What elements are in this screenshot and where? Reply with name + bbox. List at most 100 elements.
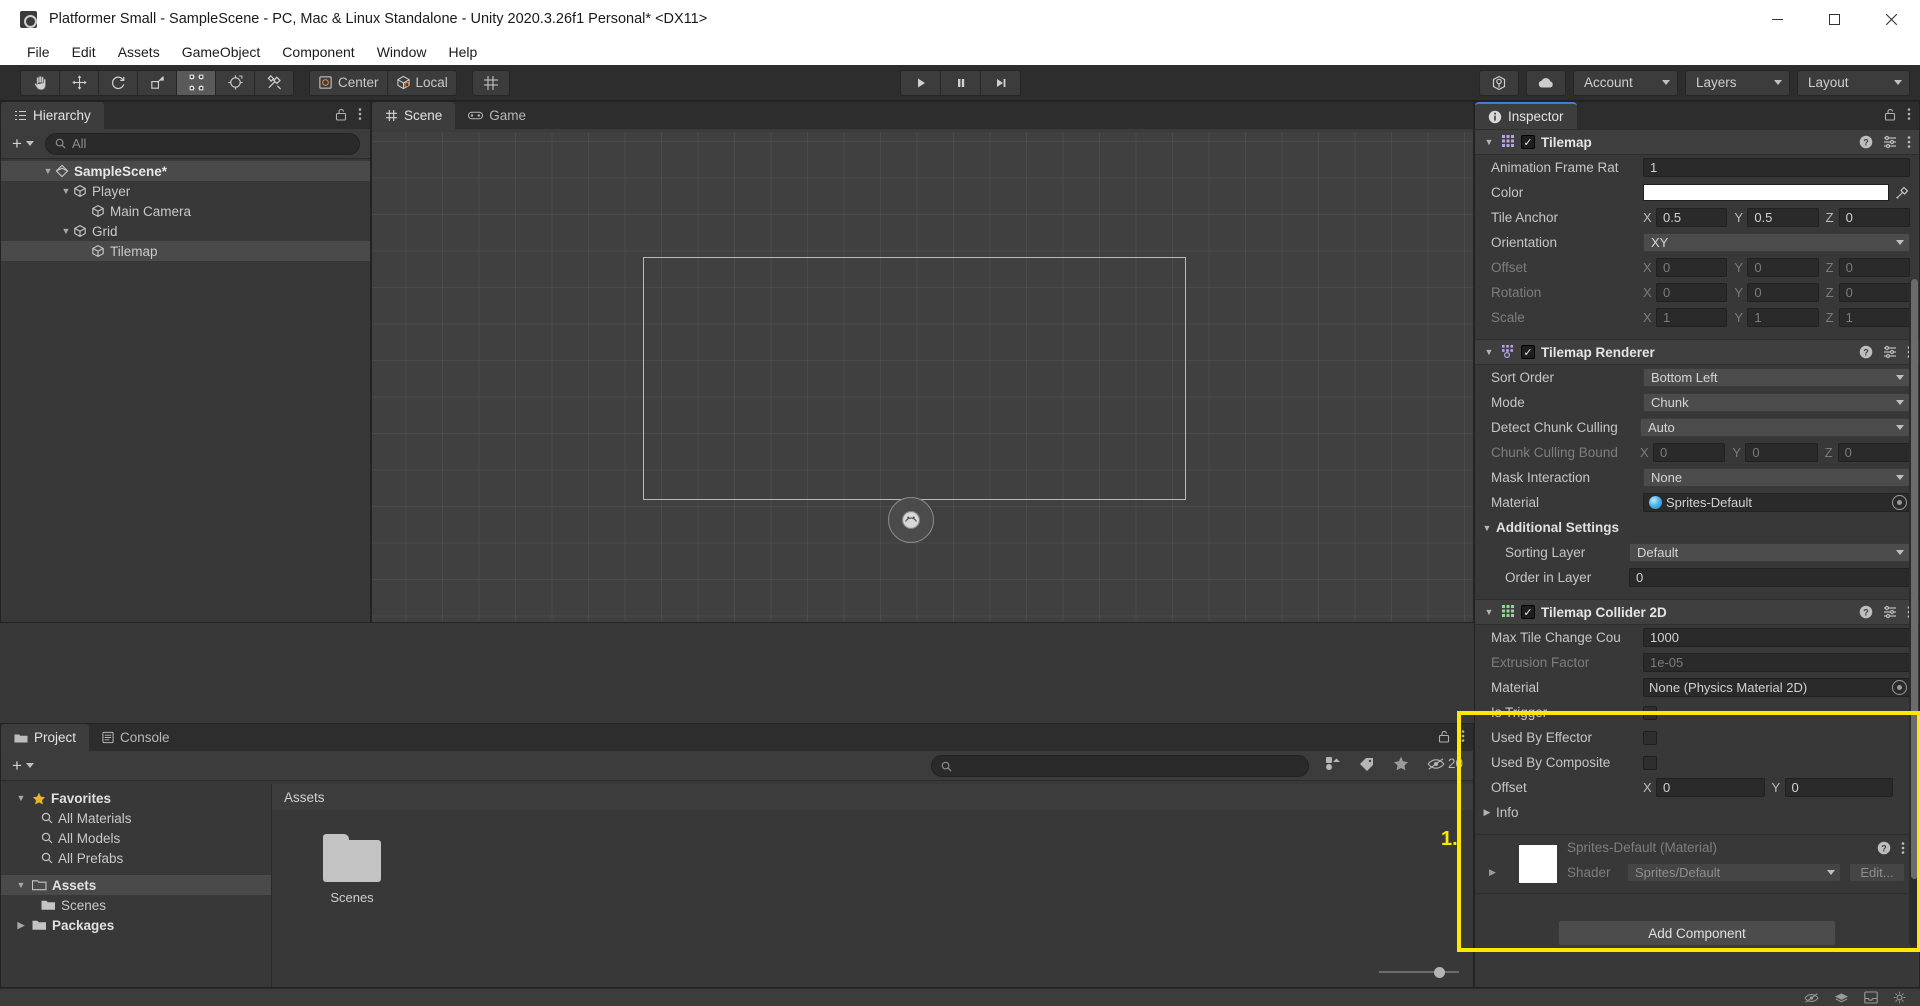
chevron-down-icon[interactable]: ▼ bbox=[59, 186, 73, 196]
tab-project[interactable]: Project bbox=[1, 724, 90, 751]
inbox-icon[interactable] bbox=[1864, 991, 1878, 1004]
layout-dropdown[interactable]: Layout bbox=[1797, 69, 1910, 96]
minimize-button[interactable] bbox=[1749, 0, 1806, 38]
project-item-favorites[interactable]: ▼ Favorites bbox=[1, 788, 271, 808]
field-value-x[interactable]: 0.5 bbox=[1656, 208, 1728, 227]
project-add-button[interactable]: + bbox=[9, 756, 37, 776]
add-component-button[interactable]: Add Component bbox=[1558, 920, 1836, 946]
chevron-right-icon[interactable]: ▶ bbox=[15, 920, 27, 931]
hierarchy-item-tilemap[interactable]: Tilemap bbox=[1, 241, 370, 261]
pause-button[interactable] bbox=[940, 69, 981, 96]
rect-tool-button[interactable] bbox=[176, 69, 216, 96]
pivot-mode-button[interactable]: Center bbox=[309, 69, 388, 96]
chevron-right-icon[interactable]: ▶ bbox=[1489, 867, 1496, 878]
rotate-tool-button[interactable] bbox=[98, 69, 138, 96]
scene-viewport[interactable]: Open Tile Palette Opens Tile Palette Win… bbox=[372, 132, 1473, 622]
project-item-all-prefabs[interactable]: All Prefabs bbox=[1, 848, 271, 868]
component-enabled-checkbox[interactable]: ✓ bbox=[1521, 605, 1535, 619]
tab-hierarchy[interactable]: Hierarchy bbox=[1, 102, 104, 129]
material-object-field[interactable]: Sprites-Default bbox=[1643, 493, 1910, 512]
field-collider-material[interactable]: Material None (Physics Material 2D) bbox=[1475, 675, 1919, 700]
component-header-tilemap[interactable]: ▼ ✓ Tilemap ? bbox=[1475, 129, 1919, 155]
menu-assets[interactable]: Assets bbox=[107, 41, 171, 63]
chevron-down-icon[interactable]: ▼ bbox=[1483, 347, 1495, 357]
field-used-by-effector[interactable]: Used By Effector bbox=[1475, 725, 1919, 750]
field-detect-chunk-culling[interactable]: Detect Chunk Culling Auto bbox=[1475, 415, 1919, 440]
hierarchy-item-player[interactable]: ▼ Player bbox=[1, 181, 370, 201]
project-item-all-models[interactable]: All Models bbox=[1, 828, 271, 848]
help-icon[interactable]: ? bbox=[1859, 345, 1873, 359]
field-value-y[interactable]: 0 bbox=[1784, 778, 1893, 797]
field-value-z[interactable]: 0 bbox=[1838, 208, 1910, 227]
field-orientation[interactable]: Orientation XY bbox=[1475, 230, 1919, 255]
hierarchy-item-main-camera[interactable]: Main Camera bbox=[1, 201, 370, 221]
project-item-assets[interactable]: ▼ Assets bbox=[1, 875, 271, 895]
detect-chunk-culling-dropdown[interactable]: Auto bbox=[1640, 418, 1910, 437]
component-enabled-checkbox[interactable]: ✓ bbox=[1521, 345, 1535, 359]
foldout-additional-settings[interactable]: ▼ Additional Settings bbox=[1475, 515, 1919, 540]
field-mode[interactable]: Mode Chunk bbox=[1475, 390, 1919, 415]
preset-icon[interactable] bbox=[1883, 135, 1897, 149]
tab-inspector[interactable]: Inspector bbox=[1475, 102, 1577, 129]
object-picker-button[interactable] bbox=[1892, 680, 1907, 695]
help-icon[interactable]: ? bbox=[1877, 841, 1891, 855]
orientation-dropdown[interactable]: XY bbox=[1643, 233, 1910, 252]
close-button[interactable] bbox=[1863, 0, 1920, 38]
project-item-packages[interactable]: ▶ Packages bbox=[1, 915, 271, 935]
tab-scene[interactable]: Scene bbox=[372, 102, 456, 129]
hand-tool-button[interactable] bbox=[20, 69, 60, 96]
maximize-button[interactable] bbox=[1806, 0, 1863, 38]
menu-help[interactable]: Help bbox=[437, 41, 488, 63]
field-mask-interaction[interactable]: Mask Interaction None bbox=[1475, 465, 1919, 490]
sort-order-dropdown[interactable]: Bottom Left bbox=[1643, 368, 1910, 387]
hierarchy-search-input[interactable]: All bbox=[44, 132, 360, 155]
chevron-right-icon[interactable]: ▶ bbox=[1481, 807, 1493, 818]
field-animation-frame-rate[interactable]: Animation Frame Rat 1 bbox=[1475, 155, 1919, 180]
field-used-by-composite[interactable]: Used By Composite bbox=[1475, 750, 1919, 775]
chevron-down-icon[interactable]: ▼ bbox=[1481, 523, 1493, 533]
chevron-down-icon[interactable]: ▼ bbox=[1483, 607, 1495, 617]
menu-component[interactable]: Component bbox=[271, 41, 365, 63]
layers-dropdown[interactable]: Layers bbox=[1685, 69, 1790, 96]
tab-console[interactable]: Console bbox=[89, 724, 183, 751]
field-max-tile-change-count[interactable]: Max Tile Change Cou 1000 bbox=[1475, 625, 1919, 650]
asset-item-scenes[interactable]: Scenes bbox=[304, 834, 400, 905]
move-tool-button[interactable] bbox=[59, 69, 99, 96]
more-options-icon[interactable] bbox=[1907, 107, 1911, 121]
physics-material-object-field[interactable]: None (Physics Material 2D) bbox=[1643, 678, 1910, 697]
chevron-down-icon[interactable]: ▼ bbox=[59, 226, 73, 236]
eye-off-icon[interactable] bbox=[1804, 992, 1819, 1004]
shader-edit-button[interactable]: Edit... bbox=[1849, 863, 1905, 882]
project-hidden-count[interactable]: 20 bbox=[1427, 756, 1463, 771]
chevron-down-icon[interactable]: ▼ bbox=[15, 793, 27, 803]
custom-tool-button[interactable] bbox=[254, 69, 294, 96]
play-button[interactable] bbox=[900, 69, 941, 96]
inspector-scrollbar-thumb[interactable] bbox=[1911, 279, 1918, 879]
step-button[interactable] bbox=[980, 69, 1021, 96]
lock-icon[interactable] bbox=[1884, 108, 1896, 121]
camera-gizmo-icon[interactable] bbox=[888, 497, 934, 543]
eyedropper-icon[interactable] bbox=[1895, 185, 1910, 200]
inspector-scrollbar-track[interactable] bbox=[1909, 279, 1918, 947]
field-value-x[interactable]: 0 bbox=[1656, 778, 1765, 797]
asset-type-filter-icon[interactable] bbox=[1325, 756, 1341, 771]
component-enabled-checkbox[interactable]: ✓ bbox=[1521, 135, 1535, 149]
asset-zoom-slider[interactable] bbox=[1379, 966, 1459, 978]
grid-snapping-button[interactable] bbox=[471, 69, 510, 96]
sorting-layer-dropdown[interactable]: Default bbox=[1629, 543, 1910, 562]
field-order-in-layer[interactable]: Order in Layer 0 bbox=[1475, 565, 1919, 590]
cloud-icon[interactable] bbox=[1526, 69, 1566, 96]
more-options-icon[interactable] bbox=[1901, 841, 1905, 855]
field-sort-order[interactable]: Sort Order Bottom Left bbox=[1475, 365, 1919, 390]
field-renderer-material[interactable]: Material Sprites-Default bbox=[1475, 490, 1919, 515]
more-options-icon[interactable] bbox=[1907, 135, 1911, 149]
menu-file[interactable]: File bbox=[16, 41, 61, 63]
chevron-down-icon[interactable]: ▼ bbox=[41, 166, 55, 176]
scale-tool-button[interactable] bbox=[137, 69, 177, 96]
account-dropdown[interactable]: Account bbox=[1573, 69, 1678, 96]
foldout-info[interactable]: ▶ Info bbox=[1475, 800, 1919, 825]
used-by-effector-checkb0x[interactable] bbox=[1643, 730, 1657, 745]
more-options-icon[interactable] bbox=[358, 107, 362, 121]
hierarchy-item-samplescene[interactable]: ▼ SampleScene* bbox=[1, 161, 370, 181]
help-icon[interactable]: ? bbox=[1859, 135, 1873, 149]
